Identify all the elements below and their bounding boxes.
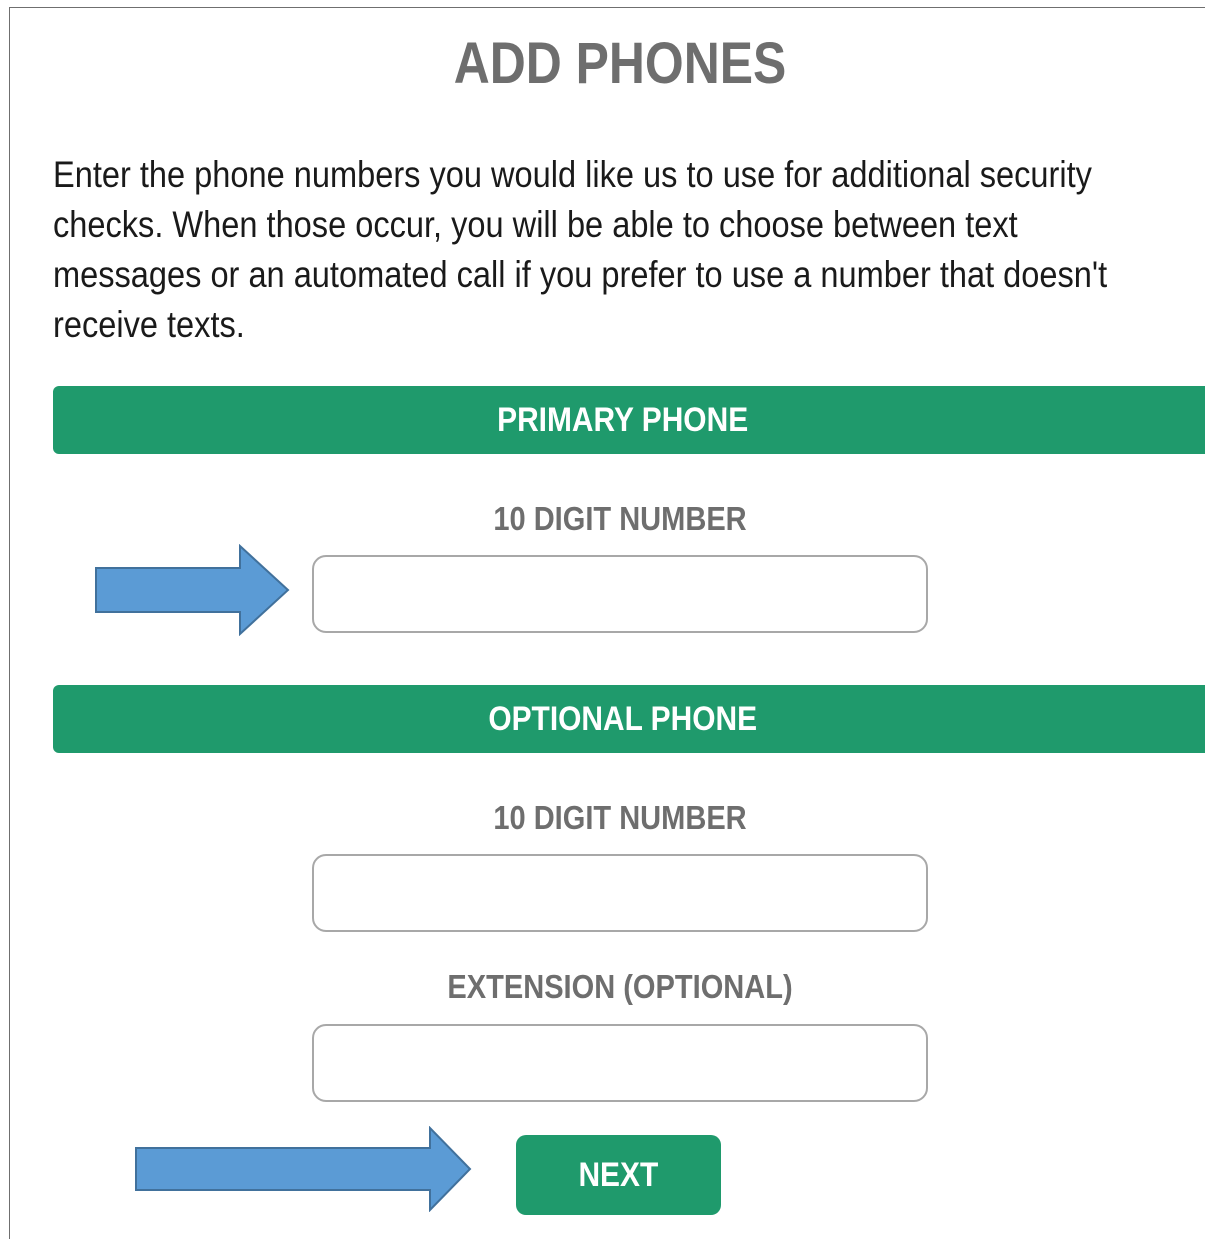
next-button-label: NEXT	[578, 1155, 659, 1194]
primary-number-label: 10 DIGIT NUMBER	[493, 500, 747, 537]
optional-number-label: 10 DIGIT NUMBER	[493, 799, 747, 836]
extension-input[interactable]	[312, 1024, 928, 1102]
primary-number-input[interactable]	[312, 555, 928, 633]
right-arrow-icon	[135, 1126, 472, 1212]
extension-label: EXTENSION (OPTIONAL)	[447, 968, 793, 1005]
optional-number-input[interactable]	[312, 854, 928, 932]
primary-phone-header-label: PRIMARY PHONE	[497, 400, 749, 439]
right-arrow-icon	[95, 544, 290, 636]
page-title: ADD PHONES	[453, 31, 787, 96]
next-button[interactable]: NEXT	[516, 1135, 721, 1215]
intro-text: Enter the phone numbers you would like u…	[53, 154, 1108, 345]
primary-phone-header: PRIMARY PHONE	[53, 386, 1205, 454]
optional-phone-header: OPTIONAL PHONE	[53, 685, 1205, 753]
optional-phone-header-label: OPTIONAL PHONE	[488, 699, 758, 738]
